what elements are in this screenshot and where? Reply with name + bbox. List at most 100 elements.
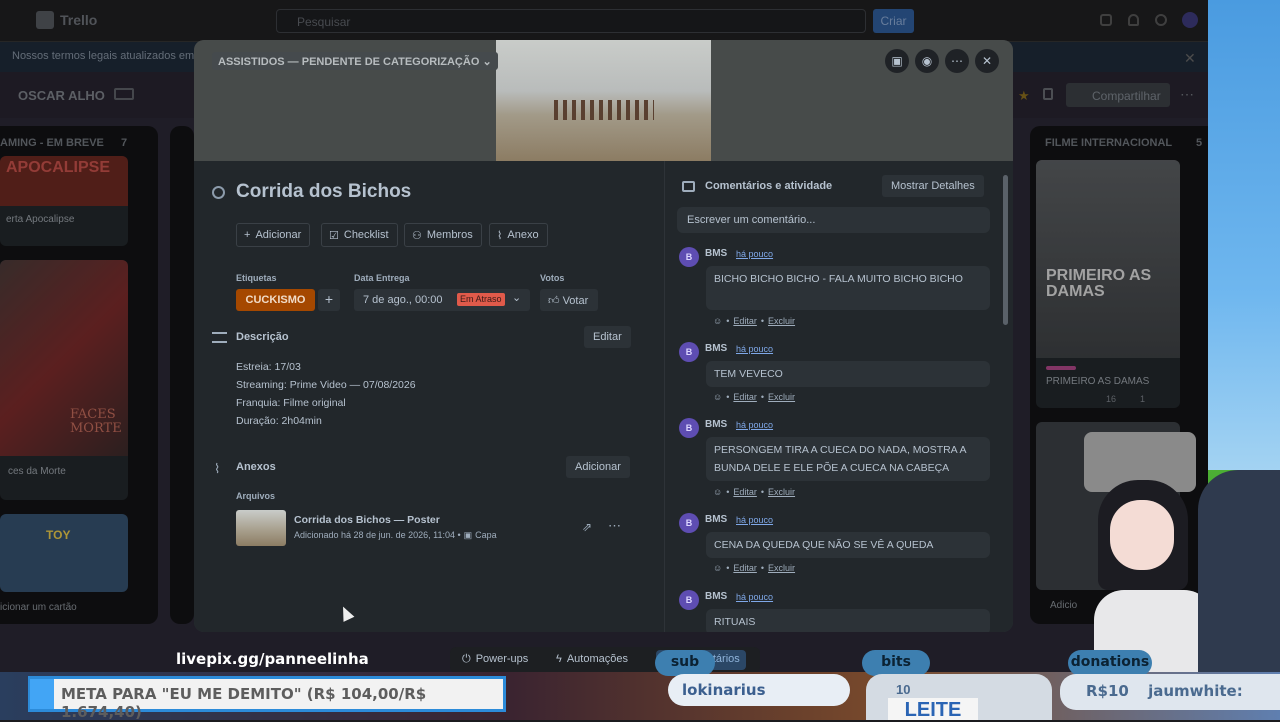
edit-comment-link[interactable]: Editar xyxy=(733,487,757,497)
comment-time[interactable]: há pouco xyxy=(736,592,773,602)
avatar: B xyxy=(679,590,699,610)
add-button[interactable]: + Adicionar xyxy=(236,223,311,247)
comment-time[interactable]: há pouco xyxy=(736,420,773,430)
description-line: Duração: 2h04min xyxy=(236,415,322,427)
bits-value: 10 xyxy=(896,682,911,697)
vtuber-backpack xyxy=(1198,470,1280,700)
checkbox-icon: ☑ xyxy=(329,230,339,242)
powerups-button[interactable]: ⏻ Power-ups xyxy=(462,653,528,666)
vote-button[interactable]: 👍︎ Votar xyxy=(540,289,598,311)
reaction-icon[interactable]: ☺︎ xyxy=(713,563,722,573)
comment-actions: ☺︎ • Editar • Excluir xyxy=(713,563,796,573)
bits-badge: bits xyxy=(862,650,930,676)
attachment-name[interactable]: Corrida dos Bichos — Poster xyxy=(294,514,440,526)
due-date-heading: Data Entrega xyxy=(354,273,410,283)
open-external-icon[interactable]: ⇗ xyxy=(582,520,592,534)
delete-comment-link[interactable]: Excluir xyxy=(768,392,795,402)
watch-eye-icon[interactable]: ◉ xyxy=(915,49,939,73)
complete-checkbox-icon[interactable] xyxy=(212,186,225,199)
labels-heading: Etiquetas xyxy=(236,273,277,283)
comment-author: BMS xyxy=(705,591,728,602)
card-title[interactable]: Corrida dos Bichos xyxy=(236,181,411,203)
automations-label: Automações xyxy=(566,653,628,665)
donation-goal-bar: META PARA "EU ME DEMITO" (R$ 104,00/R$ 1… xyxy=(28,676,506,721)
comment-author: BMS xyxy=(705,343,728,354)
attachment-thumbnail[interactable] xyxy=(236,510,286,546)
chevron-down-icon: ⌄ xyxy=(482,56,492,68)
checklist-button-label: Checklist xyxy=(343,229,389,241)
reaction-icon[interactable]: ☺︎ xyxy=(713,316,722,326)
card-modal: ASSISTIDOS — PENDENTE DE CATEGORIZAÇÃO ⌄… xyxy=(194,40,1013,632)
cover-figures xyxy=(554,100,654,120)
goal-icon xyxy=(30,679,54,709)
donations-badge: donations xyxy=(1068,650,1152,676)
comment-time[interactable]: há pouco xyxy=(736,249,773,259)
add-label-icon[interactable]: + xyxy=(318,289,340,311)
comment-author: BMS xyxy=(705,248,728,259)
comment-body: BICHO BICHO BICHO - FALA MUITO BICHO BIC… xyxy=(706,266,990,310)
overdue-badge: Em Atraso xyxy=(457,293,505,306)
attachment-date: Adicionado há 28 de jun. de 2026, 11:04 … xyxy=(294,530,461,540)
cover-image xyxy=(496,40,711,161)
description-line: Franquia: Filme original xyxy=(236,397,346,409)
delete-comment-link[interactable]: Excluir xyxy=(768,487,795,497)
label-chip[interactable]: CUCKISMO xyxy=(236,289,315,311)
show-details-button[interactable]: Mostrar Detalhes xyxy=(882,175,984,197)
description-line: Streaming: Prime Video — 07/08/2026 xyxy=(236,379,416,391)
close-icon[interactable]: ✕ xyxy=(975,49,999,73)
activity-heading: Comentários e atividade xyxy=(705,180,833,192)
edit-comment-link[interactable]: Editar xyxy=(733,563,757,573)
vote-button-label: Votar xyxy=(562,295,589,307)
comment-input[interactable]: Escrever um comentário... xyxy=(677,207,990,233)
delete-comment-link[interactable]: Excluir xyxy=(768,563,795,573)
list-selector-label: ASSISTIDOS — PENDENTE DE CATEGORIZAÇÃO xyxy=(218,56,480,68)
edit-comment-link[interactable]: Editar xyxy=(733,316,757,326)
attachment-button-label: Anexo xyxy=(507,229,539,241)
paperclip-icon: ⌇ xyxy=(214,461,221,476)
comment-body: TEM VEVECO xyxy=(706,361,990,387)
reaction-icon[interactable]: ☺︎ xyxy=(713,487,722,497)
add-attachment-button[interactable]: Adicionar xyxy=(566,456,630,478)
description-heading: Descrição xyxy=(236,331,289,343)
overlay-sky xyxy=(1208,0,1280,490)
attachment-button[interactable]: ⌇ Anexo xyxy=(489,223,548,247)
comment-time[interactable]: há pouco xyxy=(736,515,773,525)
more-icon[interactable]: ⋯ xyxy=(608,518,621,534)
comment-body: PERSONGEM TIRA A CUECA DO NADA, MOSTRA A… xyxy=(706,437,990,481)
delete-comment-link[interactable]: Excluir xyxy=(768,316,795,326)
edit-comment-link[interactable]: Editar xyxy=(733,392,757,402)
avatar: B xyxy=(679,418,699,438)
lightning-icon: ϟ xyxy=(556,653,562,665)
list-selector[interactable]: ASSISTIDOS — PENDENTE DE CATEGORIZAÇÃO ⌄ xyxy=(212,52,498,70)
automations-button[interactable]: ϟ Automações xyxy=(556,653,628,665)
comment-time[interactable]: há pouco xyxy=(736,344,773,354)
comment-actions: ☺︎ • Editar • Excluir xyxy=(713,487,796,497)
cover-image-icon[interactable]: ▣ xyxy=(885,49,909,73)
comment-body: CENA DA QUEDA QUE NÃO SE VÊ A QUEDA xyxy=(706,532,990,558)
comment-actions: ☺︎ • Editar • Excluir xyxy=(713,316,796,326)
files-heading: Arquivos xyxy=(236,491,276,501)
description-icon xyxy=(212,332,227,343)
add-button-label: Adicionar xyxy=(255,229,302,241)
bits-panel: 10 LEITE xyxy=(866,674,1052,721)
avatar: B xyxy=(679,342,699,362)
members-button[interactable]: ⚇ Membros xyxy=(404,223,482,247)
scrollbar[interactable] xyxy=(1003,175,1008,325)
sub-badge: sub xyxy=(655,650,715,676)
due-date-button[interactable]: 7 de ago., 00:00 Em Atraso ⌄ xyxy=(354,289,530,311)
card-cover: ASSISTIDOS — PENDENTE DE CATEGORIZAÇÃO ⌄… xyxy=(194,40,1013,161)
edit-description-button[interactable]: Editar xyxy=(584,326,631,348)
checklist-button[interactable]: ☑ Checklist xyxy=(321,223,398,247)
person-icon: ⚇ xyxy=(412,230,422,242)
powerups-label: Power-ups xyxy=(475,653,529,665)
attachment-meta: Adicionado há 28 de jun. de 2026, 11:04 … xyxy=(294,530,497,541)
reaction-icon[interactable]: ☺︎ xyxy=(713,392,722,402)
avatar: B xyxy=(679,247,699,267)
description-line: Estreia: 17/03 xyxy=(236,361,301,373)
livepix-link: livepix.gg/panneelinha xyxy=(176,650,369,668)
vtuber-avatar xyxy=(1080,430,1280,700)
comment-author: BMS xyxy=(705,514,728,525)
more-icon[interactable]: ⋯ xyxy=(945,49,969,73)
last-sub-name: lokinarius xyxy=(668,674,850,706)
comment-author: BMS xyxy=(705,419,728,430)
